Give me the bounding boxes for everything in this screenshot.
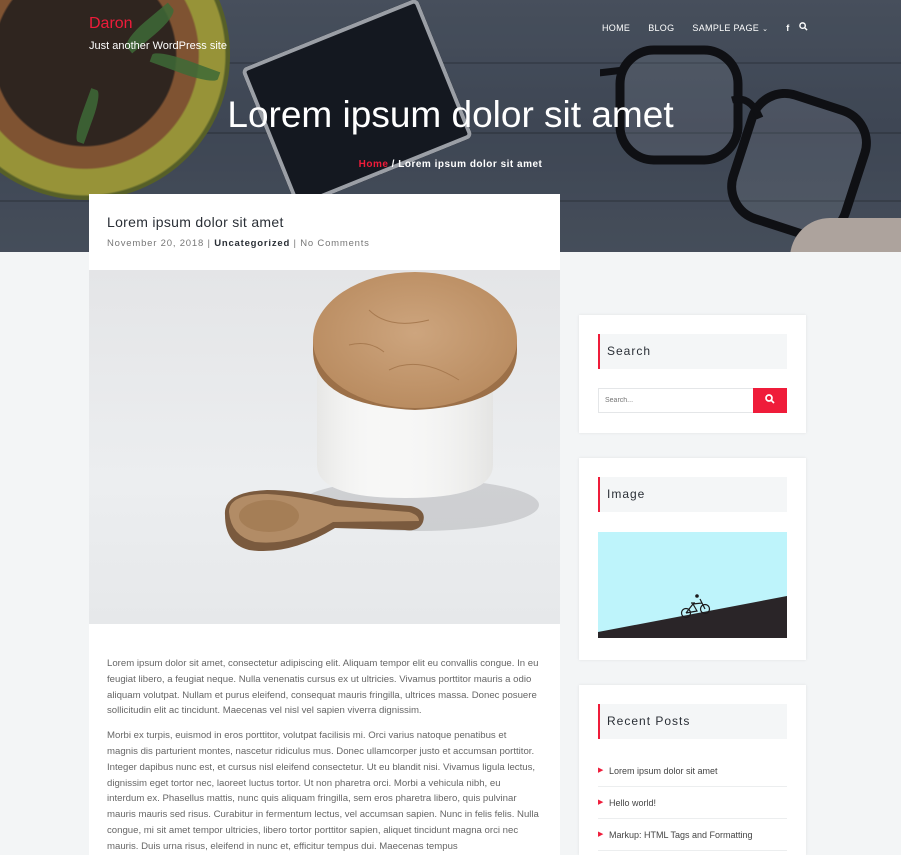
- post-featured-image: [89, 270, 560, 624]
- post-card: Lorem ipsum dolor sit amet November 20, …: [89, 194, 560, 855]
- nav-item-blog[interactable]: BLOG: [648, 23, 674, 33]
- cyclist-on-hill-illustration: [598, 594, 787, 638]
- caret-right-icon: ▶: [598, 831, 604, 838]
- site-title[interactable]: Daron: [89, 15, 133, 33]
- list-item: ▶ Markup: HTML Tags and Formatting: [598, 819, 787, 851]
- search-widget: Search: [579, 315, 806, 433]
- main-nav: HOME BLOG SAMPLE PAGE ⌄ f: [602, 22, 818, 33]
- recent-posts-widget: Recent Posts ▶ Lorem ipsum dolor sit amet…: [579, 685, 806, 855]
- recent-post-link[interactable]: Hello world!: [609, 798, 656, 808]
- facebook-icon[interactable]: f: [786, 23, 789, 33]
- post-title[interactable]: Lorem ipsum dolor sit amet: [107, 214, 284, 230]
- list-item: ▶ Lorem ipsum dolor sit amet: [598, 755, 787, 787]
- post-meta: November 20, 2018 | Uncategorized | No C…: [107, 238, 370, 249]
- jar-and-spoon-illustration: [224, 272, 539, 552]
- nav-item-sample-page-label: SAMPLE PAGE: [692, 22, 760, 33]
- post-comments-link[interactable]: No Comments: [300, 238, 370, 249]
- widget-title-image: Image: [598, 477, 787, 512]
- page-title: Lorem ipsum dolor sit amet: [227, 94, 674, 135]
- search-icon[interactable]: [799, 22, 808, 33]
- caret-right-icon: ▶: [598, 767, 604, 774]
- image-widget: Image: [579, 458, 806, 660]
- post-content: Lorem ipsum dolor sit amet, consectetur …: [107, 656, 539, 855]
- post-paragraph: Lorem ipsum dolor sit amet, consectetur …: [107, 658, 539, 717]
- post-category-link[interactable]: Uncategorized: [214, 238, 290, 249]
- breadcrumb-current: Lorem ipsum dolor sit amet: [398, 159, 543, 170]
- widget-image[interactable]: [598, 532, 787, 638]
- breadcrumb-separator: /: [388, 159, 399, 170]
- widget-title-recent-posts: Recent Posts: [598, 704, 787, 739]
- search-submit-button[interactable]: [753, 388, 787, 413]
- breadcrumb: Home / Lorem ipsum dolor sit amet: [0, 159, 901, 170]
- list-item: ▶ Hello world!: [598, 787, 787, 819]
- search-icon: [765, 394, 775, 404]
- nav-item-home[interactable]: HOME: [602, 23, 630, 33]
- post-paragraph: Morbi ex turpis, euismod in eros porttit…: [107, 730, 539, 852]
- site-tagline: Just another WordPress site: [89, 40, 227, 52]
- recent-post-link[interactable]: Lorem ipsum dolor sit amet: [609, 766, 718, 776]
- nav-item-sample-page[interactable]: SAMPLE PAGE ⌄: [692, 23, 768, 33]
- search-input[interactable]: [598, 388, 753, 413]
- recent-post-link[interactable]: Markup: HTML Tags and Formatting: [609, 830, 753, 840]
- recent-posts-list: ▶ Lorem ipsum dolor sit amet ▶ Hello world…: [598, 755, 787, 851]
- chevron-down-icon: ⌄: [762, 25, 769, 33]
- meta-separator: |: [204, 238, 215, 249]
- post-date[interactable]: November 20, 2018: [107, 238, 204, 249]
- caret-right-icon: ▶: [598, 799, 604, 806]
- meta-separator: |: [290, 238, 301, 249]
- widget-title-search: Search: [598, 334, 787, 369]
- breadcrumb-home-link[interactable]: Home: [359, 159, 389, 170]
